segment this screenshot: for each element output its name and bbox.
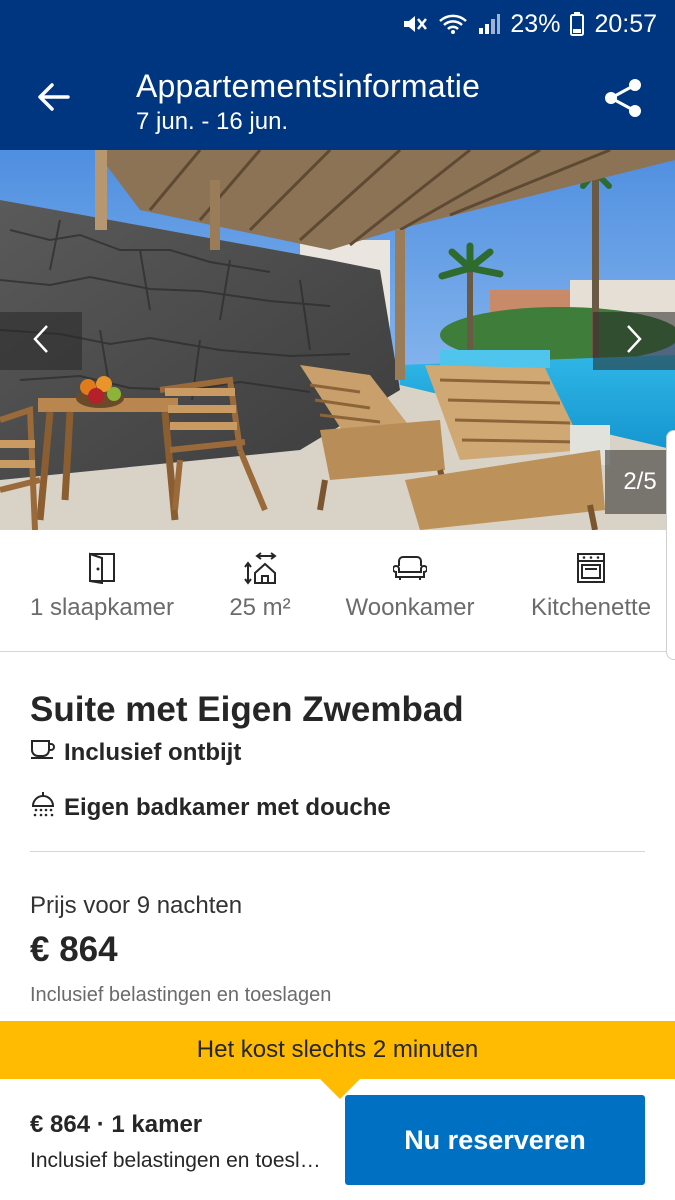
- share-icon: [602, 77, 644, 124]
- door-icon: [87, 550, 117, 586]
- feature-breakfast: Inclusief ontbijt: [30, 738, 241, 767]
- chevron-right-icon: [624, 323, 644, 360]
- page-title: Appartementsinformatie: [136, 68, 481, 104]
- photo-counter: 2/5: [605, 450, 675, 514]
- mute-icon: [402, 13, 428, 35]
- booking-summary-note: Inclusief belastingen en toeslagen: [30, 1149, 328, 1172]
- clock: 20:57: [594, 9, 657, 38]
- room-photo[interactable]: 2/5: [0, 150, 675, 530]
- facility-label: 25 m²: [229, 594, 291, 621]
- feature-label: Inclusief ontbijt: [64, 738, 242, 766]
- stay-dates: 7 jun. - 16 jun.: [136, 108, 289, 135]
- facilities-row: 1 slaapkamer 25 m² Woonkamer Kitchenette: [0, 530, 675, 652]
- facility-label: Woonkamer: [345, 594, 475, 621]
- signal-icon: [478, 13, 501, 35]
- arrow-left-icon: [36, 82, 70, 117]
- wifi-icon: [438, 13, 468, 35]
- facility-living-room: Woonkamer: [339, 550, 481, 622]
- facility-label: Kitchenette: [530, 594, 652, 621]
- feature-label: Eigen badkamer met douche: [64, 793, 391, 821]
- price-value: € 864: [30, 930, 118, 969]
- coffee-cup-icon: [30, 738, 56, 767]
- section-divider: [30, 851, 645, 852]
- booking-time-banner: Het kost slechts 2 minuten: [0, 1021, 675, 1079]
- status-bar: 23% 20:57: [0, 0, 675, 48]
- shower-icon: [30, 790, 56, 825]
- price-note: Inclusief belastingen en toeslagen: [30, 984, 332, 1006]
- facility-kitchenette: Kitchenette: [524, 550, 658, 622]
- app-header: Appartementsinformatie 7 jun. - 16 jun.: [0, 48, 675, 150]
- battery-level: 23%: [510, 9, 561, 38]
- gallery-prev-button[interactable]: [0, 312, 82, 370]
- sofa-icon: [393, 550, 427, 586]
- back-button[interactable]: [28, 74, 78, 124]
- room-title: Suite met Eigen Zwembad: [30, 690, 464, 729]
- reserve-button[interactable]: Nu reserveren: [345, 1095, 645, 1185]
- facility-bedroom: 1 slaapkamer: [23, 550, 181, 622]
- facility-label: 1 slaapkamer: [29, 594, 175, 621]
- feature-bathroom: Eigen badkamer met douche: [30, 790, 391, 825]
- facility-size: 25 m²: [222, 550, 298, 622]
- chevron-left-icon: [31, 323, 51, 360]
- booking-summary: € 864 · 1 kamer: [30, 1111, 203, 1138]
- share-button[interactable]: [597, 74, 649, 126]
- room-size-icon: [243, 550, 277, 586]
- price-caption: Prijs voor 9 nachten: [30, 892, 243, 919]
- battery-icon: [570, 12, 585, 36]
- banner-pointer-overlay: [320, 1079, 360, 1099]
- pool-terrace-image: [0, 150, 675, 530]
- oven-icon: [576, 550, 606, 586]
- gallery-next-button[interactable]: [593, 312, 675, 370]
- scroll-handle[interactable]: [666, 430, 675, 660]
